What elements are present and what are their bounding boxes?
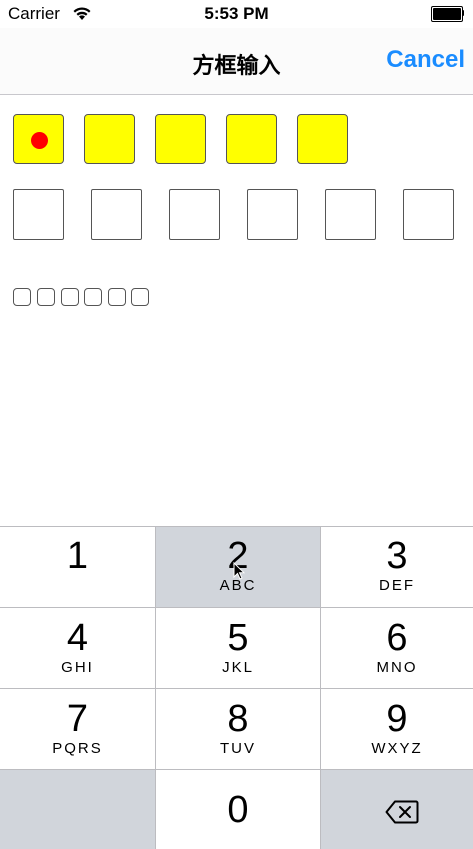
key-4[interactable]: 4 GHI (0, 608, 155, 688)
code-box[interactable] (108, 288, 126, 306)
mouse-pointer-icon (233, 562, 245, 580)
key-3[interactable]: 3 DEF (321, 526, 473, 607)
key-6[interactable]: 6 MNO (321, 608, 473, 688)
code-box[interactable] (61, 288, 79, 306)
key-1[interactable]: 1 (0, 526, 155, 607)
key-8[interactable]: 8 TUV (156, 689, 320, 769)
code-box[interactable] (131, 288, 149, 306)
battery-icon (431, 6, 465, 22)
key-9[interactable]: 9 WXYZ (321, 689, 473, 769)
cancel-button[interactable]: Cancel (386, 46, 465, 74)
key-0[interactable]: 0 (156, 770, 320, 849)
keypad-divider (0, 769, 473, 770)
code-box[interactable] (13, 114, 64, 164)
filled-dot (31, 132, 48, 149)
key-7[interactable]: 7 PQRS (0, 689, 155, 769)
status-time: 5:53 PM (204, 4, 269, 23)
keypad-divider (155, 526, 156, 849)
code-box[interactable] (13, 189, 64, 240)
code-box[interactable] (247, 189, 298, 240)
key-5[interactable]: 5 JKL (156, 608, 320, 688)
code-box[interactable] (297, 114, 348, 164)
code-box[interactable] (84, 114, 135, 164)
code-box[interactable] (325, 189, 376, 240)
code-box[interactable] (403, 189, 454, 240)
code-box[interactable] (91, 189, 142, 240)
keypad-divider (0, 607, 473, 608)
status-bar: Carrier 5:53 PM (0, 0, 473, 28)
code-box[interactable] (155, 114, 206, 164)
code-box[interactable] (13, 288, 31, 306)
blank-key (0, 770, 155, 849)
navigation-bar: 方框输入 Cancel (0, 28, 473, 95)
code-box[interactable] (37, 288, 55, 306)
keypad-divider (0, 688, 473, 689)
backspace-icon (385, 800, 419, 824)
code-box[interactable] (226, 114, 277, 164)
keypad-divider (0, 526, 473, 527)
keypad-divider (320, 526, 321, 849)
code-box[interactable] (84, 288, 102, 306)
delete-key[interactable] (321, 770, 473, 849)
code-box[interactable] (169, 189, 220, 240)
